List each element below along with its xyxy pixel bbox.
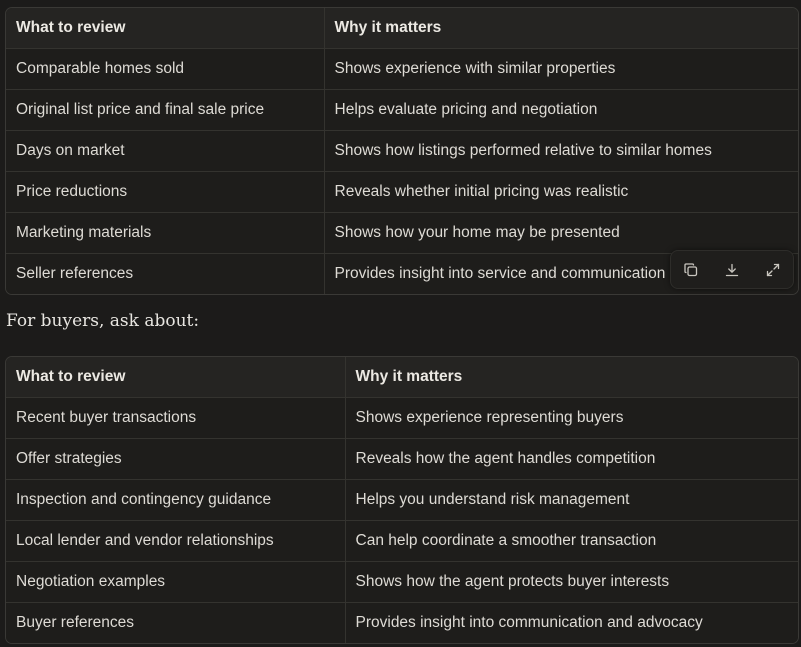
download-icon [724, 262, 740, 278]
table-cell: Shows experience representing buyers [345, 397, 798, 439]
table-cell: Helps evaluate pricing and negotiation [324, 89, 798, 131]
table-toolbar [670, 250, 794, 289]
buyer-review-table: What to review Why it matters Recent buy… [5, 356, 799, 644]
table-cell: Provides insight into communication and … [345, 602, 798, 643]
table-cell: Recent buyer transactions [6, 397, 346, 439]
table-row: Negotiation examples Shows how the agent… [6, 561, 798, 603]
table-row: Inspection and contingency guidance Help… [6, 479, 798, 521]
table-cell: Helps you understand risk management [345, 479, 798, 521]
table-cell: Shows how the agent protects buyer inter… [345, 561, 798, 603]
table-cell: Local lender and vendor relationships [6, 520, 346, 562]
table-row: Marketing materials Shows how your home … [6, 212, 798, 254]
table-cell: Days on market [6, 130, 325, 172]
column-header: Why it matters [345, 357, 798, 398]
expand-button[interactable] [757, 256, 789, 284]
column-header: What to review [6, 8, 325, 49]
table-cell: Reveals how the agent handles competitio… [345, 438, 798, 480]
table-header-row: What to review Why it matters [6, 357, 798, 398]
table-cell: Offer strategies [6, 438, 346, 480]
column-header: What to review [6, 357, 346, 398]
table-cell: Shows experience with similar properties [324, 48, 798, 90]
table-row: Price reductions Reveals whether initial… [6, 171, 798, 213]
table-row: Local lender and vendor relationships Ca… [6, 520, 798, 562]
column-header: Why it matters [324, 8, 798, 49]
table-cell: Price reductions [6, 171, 325, 213]
table-cell: Can help coordinate a smoother transacti… [345, 520, 798, 562]
copy-icon [683, 262, 699, 278]
table-cell: Original list price and final sale price [6, 89, 325, 131]
copy-button[interactable] [675, 256, 707, 284]
table-row: Buyer references Provides insight into c… [6, 602, 798, 643]
table-cell: Shows how your home may be presented [324, 212, 798, 254]
table-row: Recent buyer transactions Shows experien… [6, 397, 798, 439]
table-cell: Shows how listings performed relative to… [324, 130, 798, 172]
table-cell: Inspection and contingency guidance [6, 479, 346, 521]
table-cell: Negotiation examples [6, 561, 346, 603]
table-cell: Seller references [6, 253, 325, 294]
table-cell: Buyer references [6, 602, 346, 643]
expand-icon [765, 262, 781, 278]
buyers-intro-text: For buyers, ask about: [6, 311, 200, 331]
table-row: Original list price and final sale price… [6, 89, 798, 131]
table-header-row: What to review Why it matters [6, 8, 798, 49]
table-row: Offer strategies Reveals how the agent h… [6, 438, 798, 480]
download-button[interactable] [716, 256, 748, 284]
table-cell: Comparable homes sold [6, 48, 325, 90]
table-row: Comparable homes sold Shows experience w… [6, 48, 798, 90]
table-row: Days on market Shows how listings perfor… [6, 130, 798, 172]
table-cell: Marketing materials [6, 212, 325, 254]
table-cell: Reveals whether initial pricing was real… [324, 171, 798, 213]
